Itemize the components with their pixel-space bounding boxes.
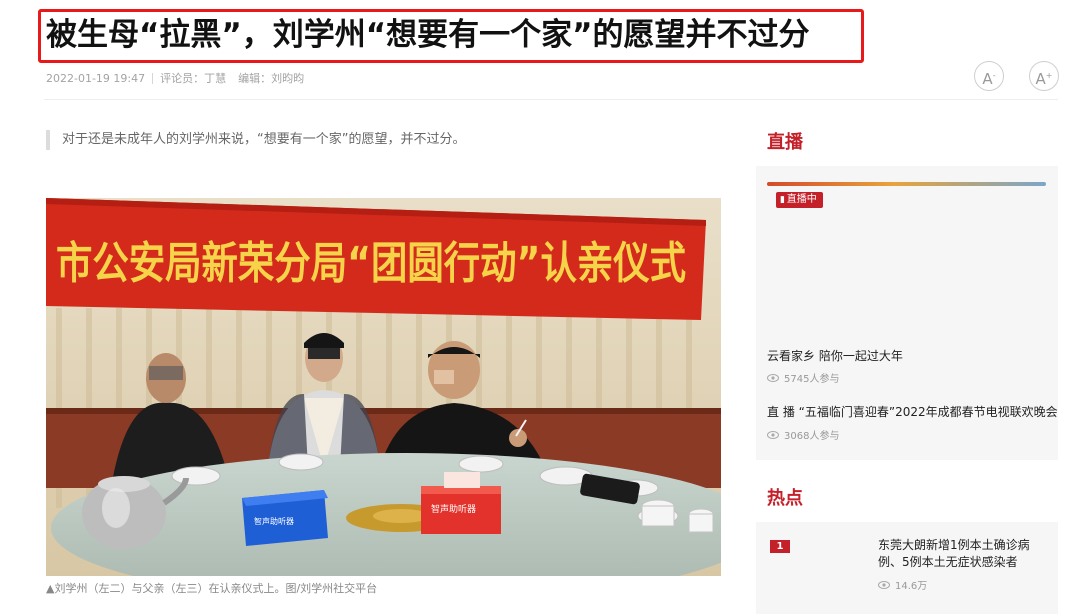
eye-icon bbox=[878, 580, 890, 589]
live-section-title: 直播 bbox=[767, 132, 803, 153]
photo-caption: ▲刘学州（左二）与父亲（左三）在认亲仪式上。图/刘学州社交平台 bbox=[46, 582, 378, 595]
live-progress-bar bbox=[767, 182, 1046, 186]
hot-section-title: 热点 bbox=[767, 488, 803, 509]
publish-date: 2022-01-19 19:47 bbox=[46, 71, 146, 85]
header-divider bbox=[44, 99, 1058, 100]
font-decrease-button[interactable]: A- bbox=[974, 61, 1004, 91]
hot-item-link[interactable]: 东莞大朗新增1例本土确诊病例、5例本土无症状感染者 bbox=[878, 537, 1038, 571]
live-status-badge: ▮ 直播中 bbox=[776, 192, 823, 208]
live-item-link[interactable]: 直 播 “五福临门喜迎春”2022年成都春节电视联欢晚会 bbox=[767, 403, 1058, 420]
commentator: 评论员：丁慧 bbox=[160, 72, 227, 85]
hot-item-views: 14.6万 bbox=[878, 577, 927, 592]
rank-badge: 1 bbox=[770, 540, 790, 553]
article-photo: 市公安局新荣分局“团圆行动”认亲仪式 智声助听器 智声助听器 bbox=[46, 198, 721, 576]
eye-icon bbox=[767, 373, 779, 382]
svg-text:智声助听器: 智声助听器 bbox=[254, 516, 294, 526]
live-item-link[interactable]: 云看家乡 陪你一起过大年 bbox=[767, 347, 903, 364]
tissue-box-blue: 智声助听器 bbox=[242, 490, 328, 546]
live-icon: ▮ bbox=[780, 195, 787, 205]
eye-icon bbox=[767, 430, 779, 439]
svg-text:智声助听器: 智声助听器 bbox=[431, 503, 476, 515]
editor: 编辑：刘昀昀 bbox=[238, 72, 305, 85]
photo-banner-text: 市公安局新荣分局“团圆行动”认亲仪式 bbox=[56, 238, 686, 289]
article-headline: 被生母“拉黑”，刘学州“想要有一个家”的愿望并不过分 bbox=[46, 17, 810, 53]
live-item-views: 3068人参与 bbox=[767, 427, 839, 442]
article-summary: 对于还是未成年人的刘学州来说，“想要有一个家”的愿望，并不过分。 bbox=[46, 130, 465, 150]
font-increase-button[interactable]: A+ bbox=[1029, 61, 1059, 91]
article-meta: 2022-01-19 19:47 评论员：丁慧 编辑：刘昀昀 bbox=[46, 70, 304, 86]
meta-divider bbox=[152, 72, 154, 84]
live-item-views: 5745人参与 bbox=[767, 370, 839, 385]
